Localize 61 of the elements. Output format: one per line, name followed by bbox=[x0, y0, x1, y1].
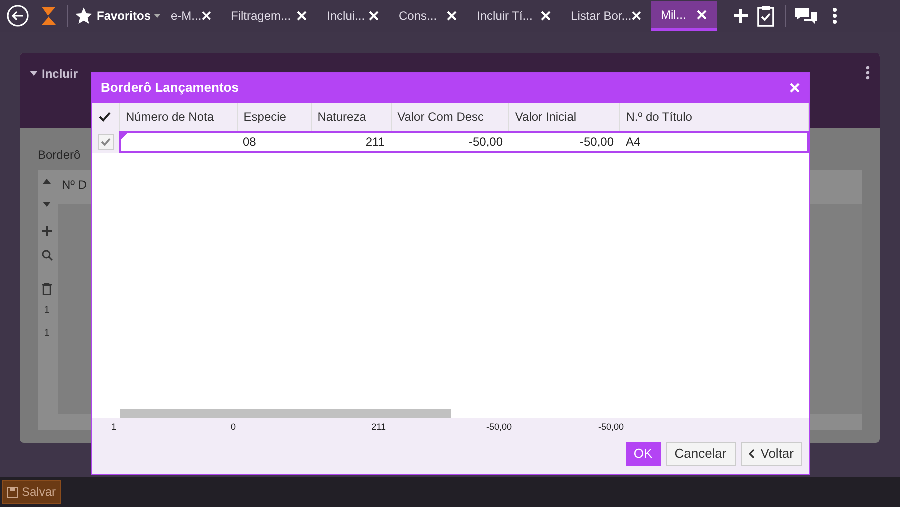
close-icon[interactable] bbox=[369, 11, 380, 21]
column-header[interactable]: Natureza bbox=[312, 103, 392, 131]
caret-up-icon[interactable] bbox=[43, 178, 51, 184]
close-icon[interactable] bbox=[541, 11, 552, 21]
tab[interactable]: Incluir Tí... bbox=[467, 1, 562, 31]
column-header[interactable]: Especie bbox=[238, 103, 312, 131]
total-value: 0 bbox=[230, 421, 236, 434]
caret-down-icon bbox=[154, 14, 162, 18]
tab[interactable]: Listar Bor... bbox=[561, 1, 652, 31]
back-icon[interactable] bbox=[6, 4, 30, 28]
tab[interactable]: Mil... bbox=[651, 1, 718, 31]
section-label: Borderô bbox=[38, 147, 82, 164]
total-value: -50,00 bbox=[485, 421, 512, 434]
column-header[interactable]: N.º do Título bbox=[620, 103, 809, 131]
favorites-menu[interactable]: Favoritos bbox=[74, 6, 162, 26]
column-header[interactable]: Número de Nota bbox=[120, 103, 238, 131]
more-icon[interactable] bbox=[832, 7, 838, 25]
table-cell-text: 08 bbox=[242, 134, 258, 151]
caret-down-icon[interactable] bbox=[30, 71, 38, 77]
total-value: 211 bbox=[370, 421, 386, 434]
column-header[interactable]: Valor Inicial bbox=[509, 103, 620, 131]
check-icon bbox=[100, 138, 110, 146]
chat-icon[interactable] bbox=[794, 7, 818, 25]
row-checkbox[interactable] bbox=[98, 134, 114, 150]
ok-button[interactable]: OK bbox=[626, 442, 661, 466]
more-icon[interactable] bbox=[866, 66, 870, 80]
scrollbar-thumb[interactable] bbox=[120, 409, 451, 418]
star-icon bbox=[74, 6, 94, 26]
close-icon[interactable] bbox=[202, 11, 212, 21]
check-icon[interactable] bbox=[99, 112, 112, 122]
table-cell-text: -50,00 bbox=[468, 134, 504, 151]
chevron-left-icon bbox=[748, 449, 755, 459]
logo-icon[interactable] bbox=[39, 5, 59, 27]
table-cell-text: -50,00 bbox=[578, 134, 615, 151]
table-cell-text: 211 bbox=[364, 134, 386, 151]
clipboard-icon[interactable] bbox=[757, 5, 776, 27]
cancel-button[interactable]: Cancelar bbox=[666, 442, 736, 466]
tab[interactable]: Filtragem... bbox=[221, 1, 318, 31]
caret-down-icon[interactable] bbox=[43, 202, 51, 208]
tab[interactable]: e-M... bbox=[161, 1, 222, 31]
table-cell-text: A4 bbox=[625, 134, 642, 151]
column-header: Nº D bbox=[61, 177, 88, 194]
table-row[interactable]: 08 211 -50,00 -50,00 A4 bbox=[119, 131, 809, 153]
close-icon[interactable] bbox=[447, 11, 458, 21]
dialog-title: Borderô Lançamentos bbox=[101, 79, 239, 98]
tab[interactable]: Inclui... bbox=[317, 1, 390, 31]
column-header[interactable]: Valor Com Desc bbox=[392, 103, 510, 131]
row-number: 1 bbox=[44, 304, 50, 318]
search-icon[interactable] bbox=[42, 250, 52, 261]
back-button[interactable]: Voltar bbox=[740, 442, 802, 466]
total-value: -50,00 bbox=[597, 421, 624, 434]
close-icon[interactable] bbox=[297, 11, 308, 21]
panel-title: Incluir bbox=[42, 66, 78, 83]
trash-icon[interactable] bbox=[42, 283, 52, 295]
row-number: 1 bbox=[44, 327, 50, 341]
floppy-icon bbox=[7, 486, 18, 498]
close-icon[interactable] bbox=[632, 11, 642, 21]
total-value: 1 bbox=[110, 421, 118, 434]
save-button[interactable]: Salvar bbox=[2, 480, 62, 504]
close-icon[interactable] bbox=[697, 10, 708, 20]
tab[interactable]: Cons... bbox=[389, 1, 468, 31]
